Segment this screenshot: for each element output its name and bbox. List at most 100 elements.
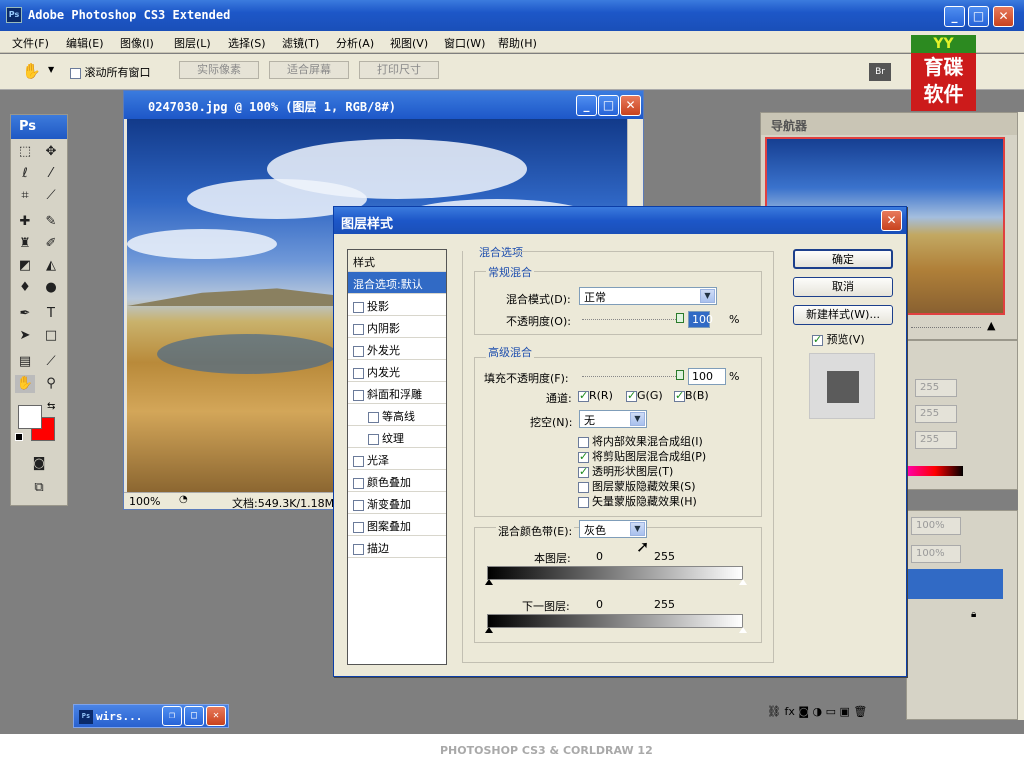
navigator-zoom-slider[interactable] (911, 327, 981, 328)
min-maximize-button[interactable]: □ (184, 706, 204, 726)
fill-opacity-input[interactable]: 100 (688, 368, 726, 385)
checkbox-icon[interactable] (353, 521, 364, 533)
style-item[interactable]: 内发光 (348, 360, 446, 382)
style-item[interactable]: 外发光 (348, 338, 446, 360)
checkbox-icon[interactable] (353, 499, 364, 511)
swap-colors-icon[interactable]: ⇆ (47, 401, 55, 412)
cancel-button[interactable]: 取消 (793, 277, 893, 297)
menu-view[interactable]: 视图(V) (390, 35, 428, 51)
opacity-input[interactable]: 100 (688, 311, 713, 328)
minimize-button[interactable]: _ (944, 6, 965, 27)
style-item[interactable]: 纹理 (348, 426, 446, 448)
this-layer-black-slider[interactable] (485, 579, 493, 585)
style-item[interactable]: 混合选项:默认 (348, 272, 446, 294)
path-selection-tool-icon[interactable]: ➤ (15, 327, 35, 345)
checkbox-icon[interactable] (353, 455, 364, 467)
magic-wand-tool-icon[interactable]: ⁄ (41, 165, 61, 183)
layer-opacity-field[interactable]: 100% (911, 517, 961, 535)
layer-fill-field[interactable]: 100% (911, 545, 961, 563)
layers-footer-icons[interactable]: ⛓ fx ◙ ◑ ▭ ▣ 🗑︎ (767, 705, 1017, 721)
fill-opacity-slider-thumb[interactable] (676, 370, 684, 380)
zoom-tool-icon[interactable]: ⚲ (41, 375, 61, 393)
style-item[interactable]: 斜面和浮雕 (348, 382, 446, 404)
zoom-level[interactable]: 100% (129, 495, 160, 508)
menu-image[interactable]: 图像(I) (120, 35, 154, 51)
notes-tool-icon[interactable]: ▤ (15, 353, 35, 371)
doc-close-button[interactable]: ✕ (620, 95, 641, 116)
checkbox-icon[interactable] (368, 433, 379, 445)
underlying-black-slider[interactable] (485, 627, 493, 633)
move-tool-icon[interactable]: ✥ (41, 143, 61, 161)
style-item[interactable]: 内阴影 (348, 316, 446, 338)
ok-button[interactable]: 确定 (793, 249, 893, 269)
dialog-close-button[interactable]: ✕ (881, 210, 902, 231)
default-colors-icon[interactable] (15, 433, 23, 441)
checkbox-icon[interactable] (368, 411, 379, 423)
eyedropper-tool-icon[interactable]: ⟋ (41, 353, 61, 371)
menu-help[interactable]: 帮助(H) (498, 35, 537, 51)
channel-b-checkbox[interactable]: B(B) (674, 389, 709, 402)
rectangle-tool-icon[interactable]: □ (41, 327, 61, 345)
channel-r-checkbox[interactable]: R(R) (578, 389, 613, 402)
checkbox-icon[interactable] (353, 301, 364, 313)
restore-button[interactable]: ❐ (162, 706, 182, 726)
doc-minimize-button[interactable]: _ (576, 95, 597, 116)
opacity-slider-thumb[interactable] (676, 313, 684, 323)
style-item[interactable]: 颜色叠加 (348, 470, 446, 492)
quick-mask-icon[interactable]: ◙ (29, 455, 49, 473)
menu-edit[interactable]: 编辑(E) (66, 35, 104, 51)
brush-tool-icon[interactable]: ✎ (41, 213, 61, 231)
status-menu-icon[interactable]: ◔ (179, 494, 188, 505)
opacity-slider[interactable] (582, 319, 682, 320)
slice-tool-icon[interactable]: ⟋ (41, 187, 61, 205)
pen-tool-icon[interactable]: ✒ (15, 305, 35, 323)
new-style-button[interactable]: 新建样式(W)... (793, 305, 893, 325)
checkbox-icon[interactable] (353, 543, 364, 555)
styles-list-header[interactable]: 样式 (348, 250, 446, 272)
fit-screen-button[interactable]: 适合屏幕 (269, 61, 349, 79)
zoom-in-icon[interactable]: ▲ (987, 319, 995, 332)
advanced-option-checkbox[interactable]: 图层蒙版隐藏效果(S) (578, 478, 696, 494)
knockout-select[interactable]: 无 ▼ (579, 410, 647, 428)
scroll-all-windows-checkbox[interactable]: 滚动所有窗口 (70, 64, 151, 80)
menu-layer[interactable]: 图层(L) (174, 35, 211, 51)
advanced-option-checkbox[interactable]: 透明形状图层(T) (578, 463, 673, 479)
menu-select[interactable]: 选择(S) (228, 35, 266, 51)
checkbox-icon[interactable] (353, 323, 364, 335)
min-close-button[interactable]: ✕ (206, 706, 226, 726)
foreground-color-swatch[interactable] (18, 405, 42, 429)
history-brush-tool-icon[interactable]: ✐ (41, 235, 61, 253)
preview-checkbox[interactable]: 预览(V) (812, 331, 865, 347)
checkbox-icon[interactable] (353, 345, 364, 357)
blur-tool-icon[interactable]: ♦ (15, 279, 35, 297)
right-edge-scrollbar[interactable] (1018, 112, 1024, 720)
marquee-tool-icon[interactable]: ⬚ (15, 143, 35, 161)
minimized-window[interactable]: Ps wirs... ❐ □ ✕ (73, 704, 229, 728)
advanced-option-checkbox[interactable]: 矢量蒙版隐藏效果(H) (578, 493, 697, 509)
checkbox-icon[interactable] (353, 389, 364, 401)
doc-maximize-button[interactable]: □ (598, 95, 619, 116)
channel-g-checkbox[interactable]: G(G) (626, 389, 663, 402)
style-item[interactable]: 描边 (348, 536, 446, 558)
clone-stamp-tool-icon[interactable]: ♜ (15, 235, 35, 253)
lasso-tool-icon[interactable]: ℓ (15, 165, 35, 183)
dodge-tool-icon[interactable]: ● (41, 279, 61, 297)
advanced-option-checkbox[interactable]: 将剪贴图层混合成组(P) (578, 448, 706, 464)
tool-preset-dropdown-icon[interactable]: ▼ (48, 65, 54, 74)
crop-tool-icon[interactable]: ⌗ (15, 187, 35, 205)
screen-mode-icon[interactable]: ⧉ (29, 479, 49, 497)
type-tool-icon[interactable]: T (41, 305, 61, 323)
style-item[interactable]: 图案叠加 (348, 514, 446, 536)
maximize-button[interactable]: □ (968, 6, 989, 27)
blend-mode-select[interactable]: 正常 ▼ (579, 287, 717, 305)
checkbox-icon[interactable] (353, 367, 364, 379)
paint-bucket-tool-icon[interactable]: ◭ (41, 257, 61, 275)
menu-filter[interactable]: 滤镜(T) (282, 35, 319, 51)
blend-if-select[interactable]: 灰色 ▼ (579, 520, 647, 538)
style-item[interactable]: 等高线 (348, 404, 446, 426)
healing-brush-tool-icon[interactable]: ✚ (15, 213, 35, 231)
close-button[interactable]: ✕ (993, 6, 1014, 27)
actual-pixels-button[interactable]: 实际像素 (179, 61, 259, 79)
menu-window[interactable]: 窗口(W) (444, 35, 485, 51)
hand-tool-icon[interactable]: ✋ (15, 375, 35, 393)
